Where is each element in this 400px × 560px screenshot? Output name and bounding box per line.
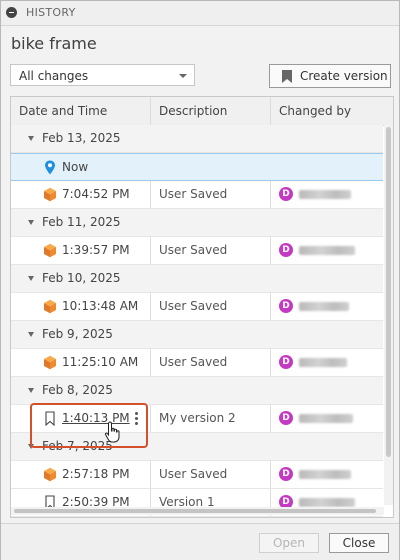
collapse-icon[interactable] [6,7,17,18]
cube-icon [44,355,56,370]
version-description: User Saved [159,243,228,257]
redacted-user-name [299,498,355,507]
filter-selected-value: All changes [19,69,89,83]
avatar: D [279,411,293,425]
table-header: Date and Time Description Changed by [11,97,393,126]
panel-title: HISTORY [26,6,76,19]
redacted-user-name [299,246,355,255]
version-time: 10:13:48 AM [62,299,139,313]
hand-cursor-icon [104,421,120,443]
version-row[interactable]: 2:57:18 PM User Saved D [11,461,383,489]
date-group-row[interactable]: Feb 8, 2025 [11,377,383,405]
now-row[interactable]: Now [11,153,383,181]
cube-icon [44,243,56,258]
avatar: D [279,355,293,369]
version-description: User Saved [159,299,228,313]
date-group-row[interactable]: Feb 13, 2025 [11,125,383,153]
version-time: 7:04:52 PM [62,187,130,201]
redacted-user-name [299,414,353,423]
group-date: Feb 11, 2025 [42,215,121,229]
date-group-row[interactable]: Feb 9, 2025 [11,321,383,349]
cube-icon [44,187,56,202]
column-header-date[interactable]: Date and Time [19,97,107,125]
cube-icon [44,467,56,482]
avatar: D [279,299,293,313]
avatar: D [279,187,293,201]
vertical-scrollbar[interactable] [384,125,393,505]
column-header-changed-by[interactable]: Changed by [279,97,351,125]
open-button[interactable]: Open [259,533,319,553]
document-title: bike frame [11,34,97,53]
group-date: Feb 10, 2025 [42,271,121,285]
bookmark-icon [282,70,292,83]
version-row[interactable]: 7:04:52 PM User Saved D [11,181,383,209]
expand-triangle-icon[interactable] [28,388,34,393]
column-header-description[interactable]: Description [159,97,227,125]
expand-triangle-icon[interactable] [28,276,34,281]
redacted-user-name [299,470,351,479]
history-panel: HISTORY bike frame All changes Create ve… [0,0,400,560]
highlight-callout [30,403,148,448]
date-group-row[interactable]: Feb 11, 2025 [11,209,383,237]
history-table: Date and Time Description Changed by Feb… [10,96,394,518]
version-description: User Saved [159,467,228,481]
version-time: 11:25:10 AM [62,355,139,369]
redacted-user-name [299,190,351,199]
date-group-row[interactable]: Feb 10, 2025 [11,265,383,293]
create-version-label: Create version [300,69,388,83]
chevron-down-icon [179,74,187,78]
version-time: 1:39:57 PM [62,243,130,257]
horizontal-scrollbar[interactable] [11,507,384,515]
version-row[interactable]: 1:39:57 PM User Saved D [11,237,383,265]
group-date: Feb 13, 2025 [42,131,121,145]
expand-triangle-icon[interactable] [28,136,34,141]
version-description: User Saved [159,187,228,201]
panel-titlebar: HISTORY [1,1,399,26]
redacted-user-name [299,302,349,311]
changes-filter-dropdown[interactable]: All changes [10,64,195,86]
avatar: D [279,243,293,257]
close-button[interactable]: Close [329,533,389,553]
avatar: D [279,467,293,481]
version-description: My version 2 [159,411,236,425]
redacted-user-name [299,358,347,367]
cube-icon [44,299,56,314]
dialog-footer: Open Close [1,523,399,560]
expand-triangle-icon[interactable] [28,220,34,225]
scrollbar-thumb[interactable] [14,509,376,513]
location-pin-icon [45,160,55,175]
version-description: User Saved [159,355,228,369]
version-row[interactable]: 10:13:48 AM User Saved D [11,293,383,321]
version-row[interactable]: 11:25:10 AM User Saved D [11,349,383,377]
version-time: Now [62,160,89,174]
group-date: Feb 8, 2025 [42,383,113,397]
scrollbar-thumb[interactable] [386,127,391,457]
version-time: 2:57:18 PM [62,467,130,481]
expand-triangle-icon[interactable] [28,332,34,337]
create-version-button[interactable]: Create version [269,64,391,88]
group-date: Feb 9, 2025 [42,327,113,341]
